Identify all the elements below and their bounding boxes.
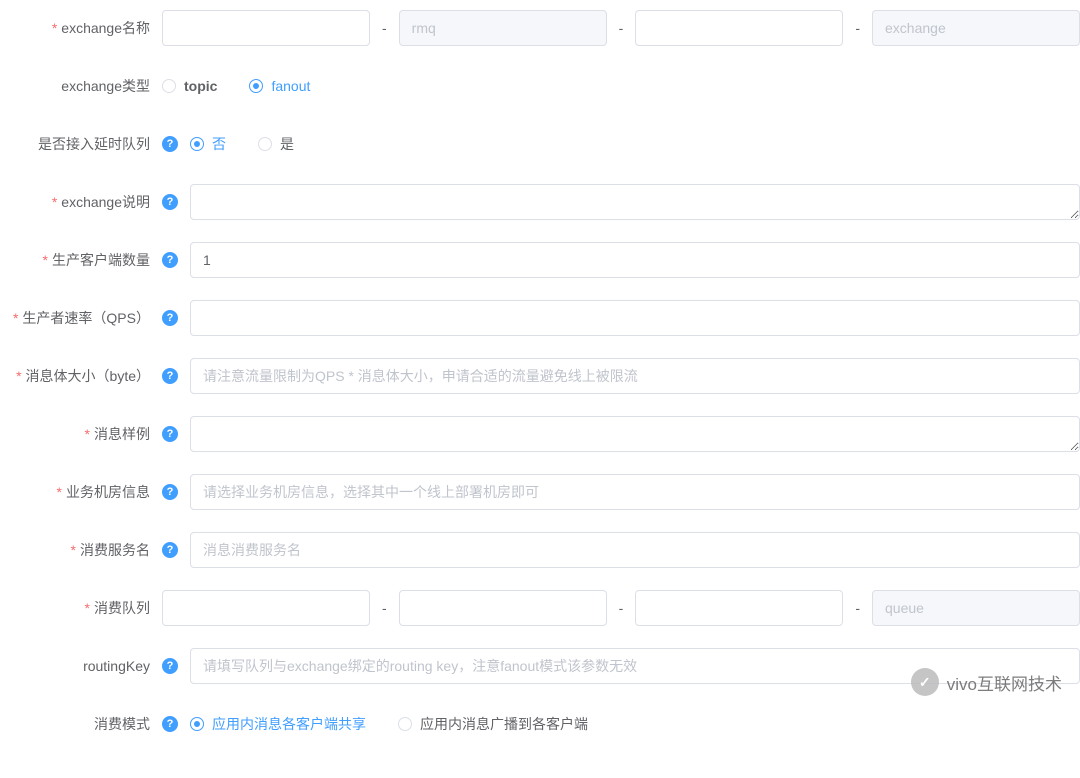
- dash-sep: -: [378, 600, 391, 616]
- row-delay-queue: 是否接入延时队列 否 是: [0, 126, 1080, 162]
- radio-circle-icon: [190, 137, 204, 151]
- label-routing-key: routingKey: [0, 648, 162, 684]
- content-message-size: [162, 358, 1080, 394]
- radio-delay-no[interactable]: 否: [190, 134, 226, 154]
- radio-topic[interactable]: topic: [162, 78, 217, 94]
- exchange-desc-textarea[interactable]: [190, 184, 1080, 220]
- row-consume-mode: 消费模式 应用内消息各客户端共享 应用内消息广播到各客户端: [0, 706, 1080, 742]
- consumer-queue-seg4-input: [872, 590, 1080, 626]
- help-icon[interactable]: [162, 368, 178, 384]
- exchange-name-seg4-input: [872, 10, 1080, 46]
- radio-circle-icon: [190, 717, 204, 731]
- help-icon[interactable]: [162, 252, 178, 268]
- help-icon[interactable]: [162, 310, 178, 326]
- row-consumer-service: 消费服务名: [0, 532, 1080, 568]
- dash-sep: -: [851, 20, 864, 36]
- radio-label-shared: 应用内消息各客户端共享: [212, 714, 366, 734]
- content-consume-mode: 应用内消息各客户端共享 应用内消息广播到各客户端: [162, 714, 1080, 734]
- consumer-service-input[interactable]: [190, 532, 1080, 568]
- producer-qps-input[interactable]: [190, 300, 1080, 336]
- row-routing-key: routingKey: [0, 648, 1080, 684]
- row-exchange-type: exchange类型 topic fanout: [0, 68, 1080, 104]
- row-consumer-queue: 消费队列 - - -: [0, 590, 1080, 626]
- routing-key-input[interactable]: [190, 648, 1080, 684]
- dash-sep: -: [378, 20, 391, 36]
- producer-count-input[interactable]: [190, 242, 1080, 278]
- help-icon[interactable]: [162, 658, 178, 674]
- label-producer-qps: 生产者速率（QPS）: [0, 300, 162, 336]
- content-exchange-name: - - -: [162, 10, 1080, 46]
- radio-circle-icon: [249, 79, 263, 93]
- content-biz-room: [162, 474, 1080, 510]
- radio-mode-broadcast[interactable]: 应用内消息广播到各客户端: [398, 714, 588, 734]
- label-delay-queue: 是否接入延时队列: [0, 126, 162, 162]
- radio-circle-icon: [162, 79, 176, 93]
- consumer-queue-seg1-input[interactable]: [162, 590, 370, 626]
- dash-sep: -: [615, 600, 628, 616]
- radio-label-broadcast: 应用内消息广播到各客户端: [420, 714, 588, 734]
- content-consumer-service: [162, 532, 1080, 568]
- row-producer-qps: 生产者速率（QPS）: [0, 300, 1080, 336]
- label-producer-count: 生产客户端数量: [0, 242, 162, 278]
- label-message-size: 消息体大小（byte）: [0, 358, 162, 394]
- radio-label-yes: 是: [280, 134, 294, 154]
- content-exchange-desc: [162, 184, 1080, 220]
- help-icon[interactable]: [162, 484, 178, 500]
- row-exchange-desc: exchange说明: [0, 184, 1080, 220]
- message-sample-textarea[interactable]: [190, 416, 1080, 452]
- radio-fanout[interactable]: fanout: [249, 78, 310, 94]
- content-routing-key: [162, 648, 1080, 684]
- dash-sep: -: [615, 20, 628, 36]
- exchange-name-seg1-input[interactable]: [162, 10, 370, 46]
- label-consume-mode: 消费模式: [0, 706, 162, 742]
- content-producer-qps: [162, 300, 1080, 336]
- label-exchange-name: exchange名称: [0, 10, 162, 46]
- label-consumer-queue: 消费队列: [0, 590, 162, 626]
- content-delay-queue: 否 是: [162, 134, 1080, 154]
- label-consumer-service: 消费服务名: [0, 532, 162, 568]
- radio-label-fanout: fanout: [271, 78, 310, 94]
- row-exchange-name: exchange名称 - - -: [0, 10, 1080, 46]
- content-consumer-queue: - - -: [162, 590, 1080, 626]
- biz-room-select[interactable]: [190, 474, 1080, 510]
- radio-circle-icon: [398, 717, 412, 731]
- radio-delay-yes[interactable]: 是: [258, 134, 294, 154]
- exchange-name-seg3-input[interactable]: [635, 10, 843, 46]
- content-message-sample: [162, 416, 1080, 452]
- radio-label-no: 否: [212, 134, 226, 154]
- radio-circle-icon: [258, 137, 272, 151]
- consumer-queue-seg2-input[interactable]: [399, 590, 607, 626]
- label-exchange-desc: exchange说明: [0, 184, 162, 220]
- help-icon[interactable]: [162, 426, 178, 442]
- label-message-sample: 消息样例: [0, 416, 162, 452]
- help-icon[interactable]: [162, 716, 178, 732]
- help-icon[interactable]: [162, 542, 178, 558]
- label-biz-room: 业务机房信息: [0, 474, 162, 510]
- dash-sep: -: [851, 600, 864, 616]
- row-producer-count: 生产客户端数量: [0, 242, 1080, 278]
- help-icon[interactable]: [162, 194, 178, 210]
- row-message-size: 消息体大小（byte）: [0, 358, 1080, 394]
- consumer-queue-seg3-input[interactable]: [635, 590, 843, 626]
- help-icon[interactable]: [162, 136, 178, 152]
- content-exchange-type: topic fanout: [162, 78, 1080, 94]
- message-size-input[interactable]: [190, 358, 1080, 394]
- label-exchange-type: exchange类型: [0, 68, 162, 104]
- radio-label-topic: topic: [184, 78, 217, 94]
- row-message-sample: 消息样例: [0, 416, 1080, 452]
- radio-mode-shared[interactable]: 应用内消息各客户端共享: [190, 714, 366, 734]
- content-producer-count: [162, 242, 1080, 278]
- exchange-name-seg2-input: [399, 10, 607, 46]
- row-biz-room: 业务机房信息: [0, 474, 1080, 510]
